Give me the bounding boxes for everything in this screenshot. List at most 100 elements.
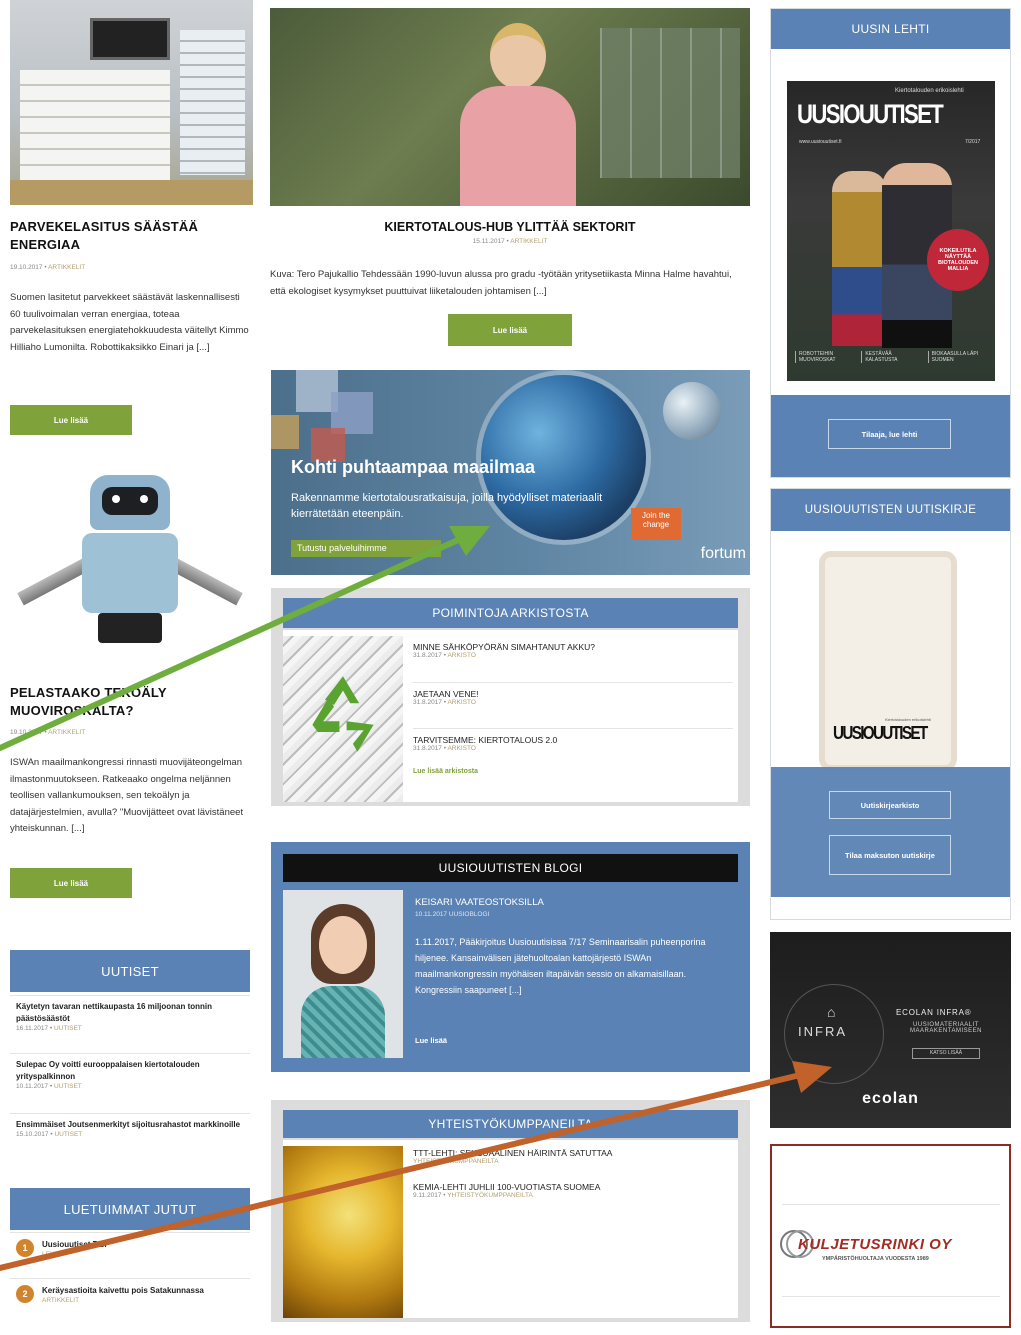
robot-eye-left <box>112 495 120 503</box>
blog-post-title[interactable]: KEISARI VAATEOSTOKSILLA <box>415 897 544 908</box>
latest-issue-header: UUSIN LEHTI <box>771 9 1010 49</box>
ecolan-ad[interactable]: ⌂ INFRA ECOLAN INFRA® UUSIOMATERIAALIT M… <box>770 932 1011 1128</box>
read-more-button[interactable]: Lue lisää <box>448 314 572 346</box>
archive-item-category[interactable]: ARKISTO <box>447 652 475 659</box>
article-date: 19.10.2017 <box>10 729 43 736</box>
news-item-title[interactable]: Sulepac Oy voitti eurooppalaisen kiertot… <box>16 1059 244 1083</box>
blog-post-category[interactable]: UUSIOBLOGI <box>449 911 489 918</box>
tablet-image[interactable]: Kiertotalouden erikoislehti UUSIOUUTISET <box>819 551 957 771</box>
join-the-change-badge[interactable]: Join the change <box>631 508 681 540</box>
blog-post-date: 10.11.2017 <box>415 911 448 918</box>
most-read-title[interactable]: Keräysastioita kaivettu pois Satakunnass… <box>42 1285 204 1297</box>
archive-item[interactable]: JAETAAN VENE! 31.8.2017 • ARKISTO <box>413 682 733 728</box>
news-item[interactable]: Ensimmäiset Joutsenmerkityt sijoitusraha… <box>10 1113 250 1173</box>
partner-item-category[interactable]: YHTEISTYÖKUMPPANEILTA <box>413 1158 499 1165</box>
most-read-item[interactable]: 1 Uusiouutiset 7/17 LEHTI <box>10 1232 250 1278</box>
fortum-ad[interactable]: Kohti puhtaampaa maailmaa Rakennamme kie… <box>271 370 750 575</box>
archive-item-category[interactable]: ARKISTO <box>447 699 475 706</box>
ecolan-logo: ecolan <box>862 1090 919 1107</box>
partner-item[interactable]: KEMIA-LEHTI JUHLII 100-VUOTIASTA SUOMEA … <box>413 1182 733 1216</box>
ecolan-cta[interactable]: KATSO LISÄÄ <box>912 1048 980 1059</box>
kuljetusrinki-name: KULJETUSRINKI OY <box>798 1236 952 1253</box>
archive-item-title[interactable]: MINNE SÄHKÖPYÖRÄN SIMAHTANUT AKKU? <box>413 642 733 652</box>
cover-issue: 7/2017 <box>965 139 981 145</box>
news-item-title[interactable]: Ensimmäiset Joutsenmerkityt sijoitusraha… <box>16 1119 244 1131</box>
archive-item-category[interactable]: ARKISTO <box>447 745 475 752</box>
partner-item[interactable]: TTT-LEHTI: SEKSUAALINEN HÄIRINTÄ SATUTTA… <box>413 1148 733 1182</box>
ad-cta-button[interactable]: Tutustu palveluihimme <box>291 540 441 557</box>
cover-footer-item: ROBOTTEIHIN MUOVIROSKAT <box>795 351 857 363</box>
article-category[interactable]: ARTIKKELIT <box>48 264 85 271</box>
cover-url: www.uusiouutiset.fi <box>799 139 842 145</box>
bubble <box>663 382 721 440</box>
photo-pallet <box>10 180 253 205</box>
ad-bottom-rule <box>782 1296 1000 1297</box>
kuljetusrinki-ad[interactable]: KULJETUSRINKI OY YMPÄRISTÖHUOLTAJA VUODE… <box>770 1144 1011 1328</box>
magazine-cover[interactable]: Kiertotalouden erikoislehti UUSIOUUTISET… <box>787 81 995 381</box>
photo-person-coat <box>460 86 576 206</box>
robotics-photo[interactable] <box>10 0 253 205</box>
partner-item-category[interactable]: YHTEISTYÖKUMPPANEILTA <box>447 1192 533 1199</box>
cover-person-1 <box>832 171 887 346</box>
infra-building-icon: ⌂ <box>827 1004 836 1020</box>
blogger-photo[interactable] <box>283 890 403 1058</box>
most-read-item[interactable]: 2 Keräysastioita kaivettu pois Satakunna… <box>10 1278 250 1330</box>
news-item-title[interactable]: Käytetyn tavaran nettikaupasta 16 miljoo… <box>16 1001 244 1025</box>
news-item[interactable]: Käytetyn tavaran nettikaupasta 16 miljoo… <box>10 995 250 1053</box>
most-read-title[interactable]: Uusiouutiset 7/17 <box>42 1239 108 1251</box>
robot-image[interactable] <box>10 455 253 650</box>
article-meta: 19.10.2017 • ARTIKKELIT <box>10 264 86 271</box>
most-read-category[interactable]: ARTIKKELIT <box>42 1297 79 1304</box>
cover-badge: KOKEILUTILA NÄYTTÄÄ BIOTALOUDEN MALLIA <box>927 229 989 291</box>
read-issue-button[interactable]: Tilaaja, lue lehti <box>828 419 951 449</box>
ad-top-rule <box>782 1204 1000 1205</box>
ecolan-infra-sub: UUSIOMATERIAALIT MAARAKENTAMISEEN <box>910 1022 982 1034</box>
partners-header: YHTEISTYÖKUMPPANEILTA <box>283 1110 738 1138</box>
blog-more-link[interactable]: Lue lisää <box>415 1036 447 1045</box>
read-more-button[interactable]: Lue lisää <box>10 405 132 435</box>
photo-person-head <box>490 23 546 89</box>
blog-post-excerpt: 1.11.2017, Pääkirjoitus Uusiouutisissa 7… <box>415 937 706 995</box>
featured-title[interactable]: KIERTOTALOUS-HUB YLITTÄÄ SEKTORIT <box>270 220 750 234</box>
news-item[interactable]: Sulepac Oy voitti eurooppalaisen kiertot… <box>10 1053 250 1113</box>
news-item-category[interactable]: UUTISET <box>54 1083 82 1090</box>
featured-date: 15.11.2017 <box>472 238 505 245</box>
news-item-category[interactable]: UUTISET <box>54 1025 82 1032</box>
read-more-button[interactable]: Lue lisää <box>10 868 132 898</box>
archive-item[interactable]: MINNE SÄHKÖPYÖRÄN SIMAHTANUT AKKU? 31.8.… <box>413 636 733 682</box>
archive-item-title[interactable]: TARVITSEMME: KIERTOTALOUS 2.0 <box>413 735 733 745</box>
news-item-category[interactable]: UUTISET <box>54 1131 82 1138</box>
archive-item-date: 31.8.2017 <box>413 699 442 706</box>
recycle-image[interactable] <box>283 636 403 802</box>
blogger-face <box>319 916 367 974</box>
cover-tagline: Kiertotalouden erikoislehti <box>895 88 964 94</box>
fortum-logo: fortum <box>700 545 746 562</box>
puzzle-image[interactable] <box>283 1146 403 1318</box>
tablet-tagline: Kiertotalouden erikoislehti <box>885 717 931 722</box>
partner-item-title[interactable]: TTT-LEHTI: SEKSUAALINEN HÄIRINTÄ SATUTTA… <box>413 1148 733 1158</box>
archive-item[interactable]: TARVITSEMME: KIERTOTALOUS 2.0 31.8.2017 … <box>413 728 733 768</box>
archive-more-link[interactable]: Lue lisää arkistosta <box>413 768 733 775</box>
newsletter-subscribe-button[interactable]: Tilaa maksuton uutiskirje <box>829 835 951 875</box>
featured-category[interactable]: ARTIKKELIT <box>510 238 547 245</box>
cover-footer: ROBOTTEIHIN MUOVIROSKAT KESTÄVÄÄ KALASTU… <box>795 351 990 363</box>
article-excerpt: ISWAn maailmankongressi rinnasti muovijä… <box>10 757 244 834</box>
newsletter-archive-button[interactable]: Uutiskirjearkisto <box>829 791 951 819</box>
news-item-date: 16.11.2017 <box>16 1025 49 1032</box>
article-meta: 19.10.2017 • ARTIKKELIT <box>10 729 86 736</box>
news-item-meta: 10.11.2017 • UUTISET <box>16 1083 82 1090</box>
blog-widget: UUSIOUUTISTEN BLOGI KEISARI VAATEOSTOKSI… <box>271 842 750 1072</box>
archive-item-date: 31.8.2017 <box>413 652 442 659</box>
rank-badge: 1 <box>16 1239 34 1257</box>
article-category[interactable]: ARTIKKELIT <box>48 729 85 736</box>
photo-screen <box>90 18 170 60</box>
article-excerpt: Suomen lasitetut parvekkeet säästävät la… <box>10 292 249 353</box>
photo-greenhouse <box>600 28 740 178</box>
archive-item-title[interactable]: JAETAAN VENE! <box>413 689 733 699</box>
article-title[interactable]: PARVEKELASITUS SÄÄSTÄÄ ENERGIAA <box>10 218 240 254</box>
newsletter-widget: UUSIOUUTISTEN UUTISKIRJE Kiertotalouden … <box>770 488 1011 920</box>
article-title[interactable]: PELASTAAKO TEKOÄLY MUOVIROSKALTA? <box>10 684 240 720</box>
partner-item-title[interactable]: KEMIA-LEHTI JUHLII 100-VUOTIASTA SUOMEA <box>413 1182 733 1192</box>
featured-photo[interactable] <box>270 8 750 206</box>
most-read-category[interactable]: LEHTI <box>42 1251 60 1258</box>
